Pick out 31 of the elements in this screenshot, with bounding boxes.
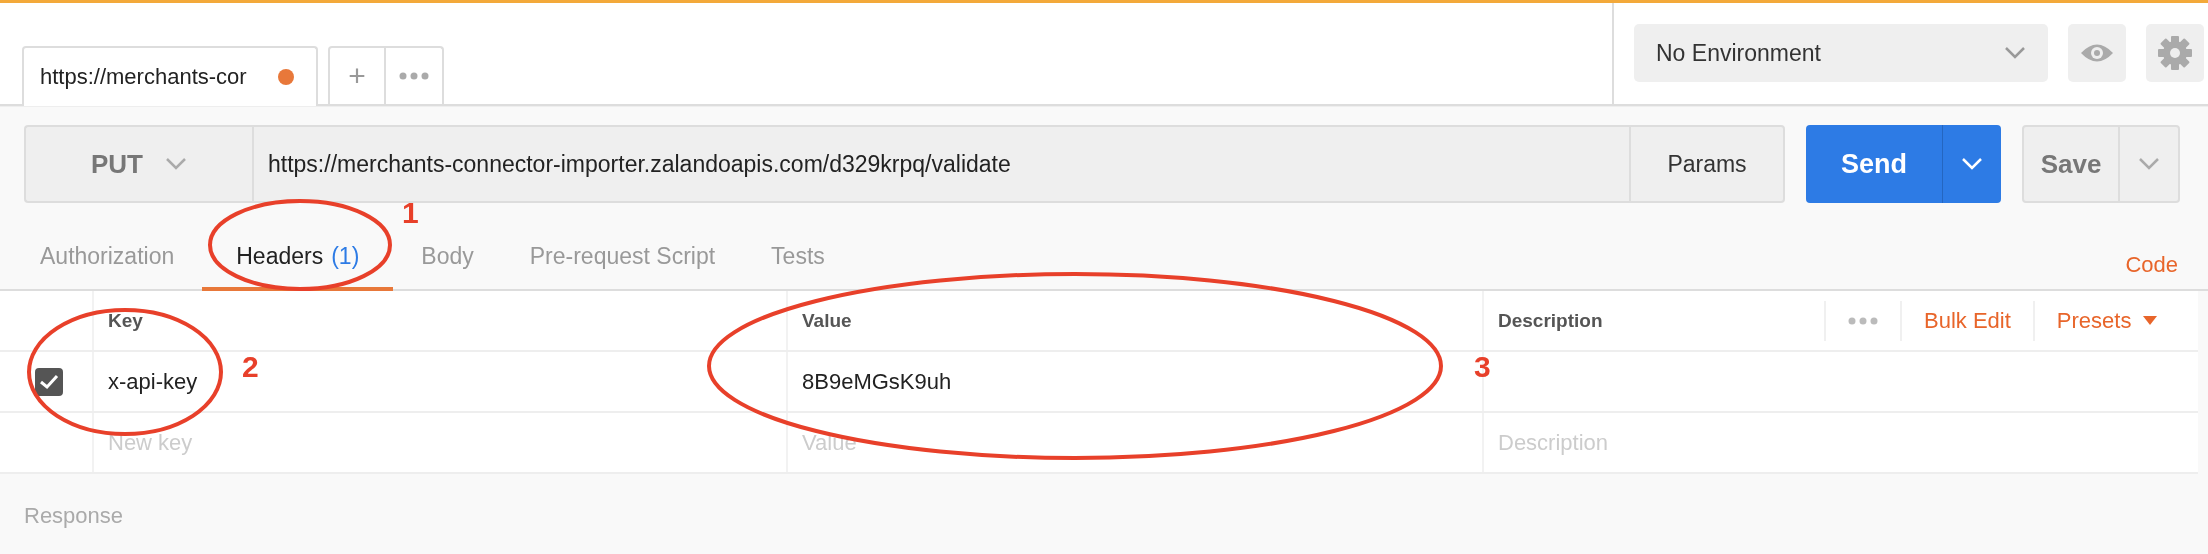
annotation-number: 2 (242, 350, 259, 384)
column-header: Value (802, 309, 852, 332)
checkbox[interactable] (35, 367, 63, 396)
presets-dropdown[interactable]: Presets (2032, 300, 2180, 341)
send-dropdown-button[interactable] (1943, 125, 2001, 203)
chevron-down-icon (2004, 46, 2026, 60)
checkmark-icon (39, 373, 59, 390)
environment-dropdown[interactable]: No Environment (1634, 24, 2048, 82)
caret-down-icon (2143, 315, 2158, 326)
chevron-down-icon (165, 157, 187, 171)
request-tab[interactable]: https://merchants-cor (22, 46, 318, 106)
chevron-down-icon (2138, 157, 2160, 171)
code-link[interactable]: Code (2125, 236, 2178, 278)
send-button[interactable]: Send (1806, 125, 1943, 203)
response-label: Response (24, 503, 124, 529)
settings-icon (2157, 35, 2193, 71)
request-section-tab[interactable]: Tests (743, 225, 853, 291)
request-section-tab[interactable]: Pre-request Script (501, 225, 744, 291)
settings-button[interactable] (2146, 24, 2204, 82)
chevron-down-icon (1961, 157, 1983, 171)
eye-icon (2079, 42, 2115, 64)
request-section-tab[interactable]: Authorization (12, 225, 203, 291)
params-button[interactable]: Params (1629, 125, 1785, 203)
more-icon (399, 72, 429, 80)
column-header: Key (108, 309, 143, 332)
bulk-edit-link[interactable]: Bulk Edit (1900, 300, 2033, 341)
eye-button[interactable] (2068, 24, 2126, 82)
more-icon (1848, 316, 1878, 325)
method-dropdown[interactable]: PUT (24, 125, 252, 203)
column-header: Description (1498, 309, 1603, 332)
url-field[interactable]: https://merchants-connector-importer.zalandoapis.com/d329krpq/validate (252, 125, 1629, 203)
